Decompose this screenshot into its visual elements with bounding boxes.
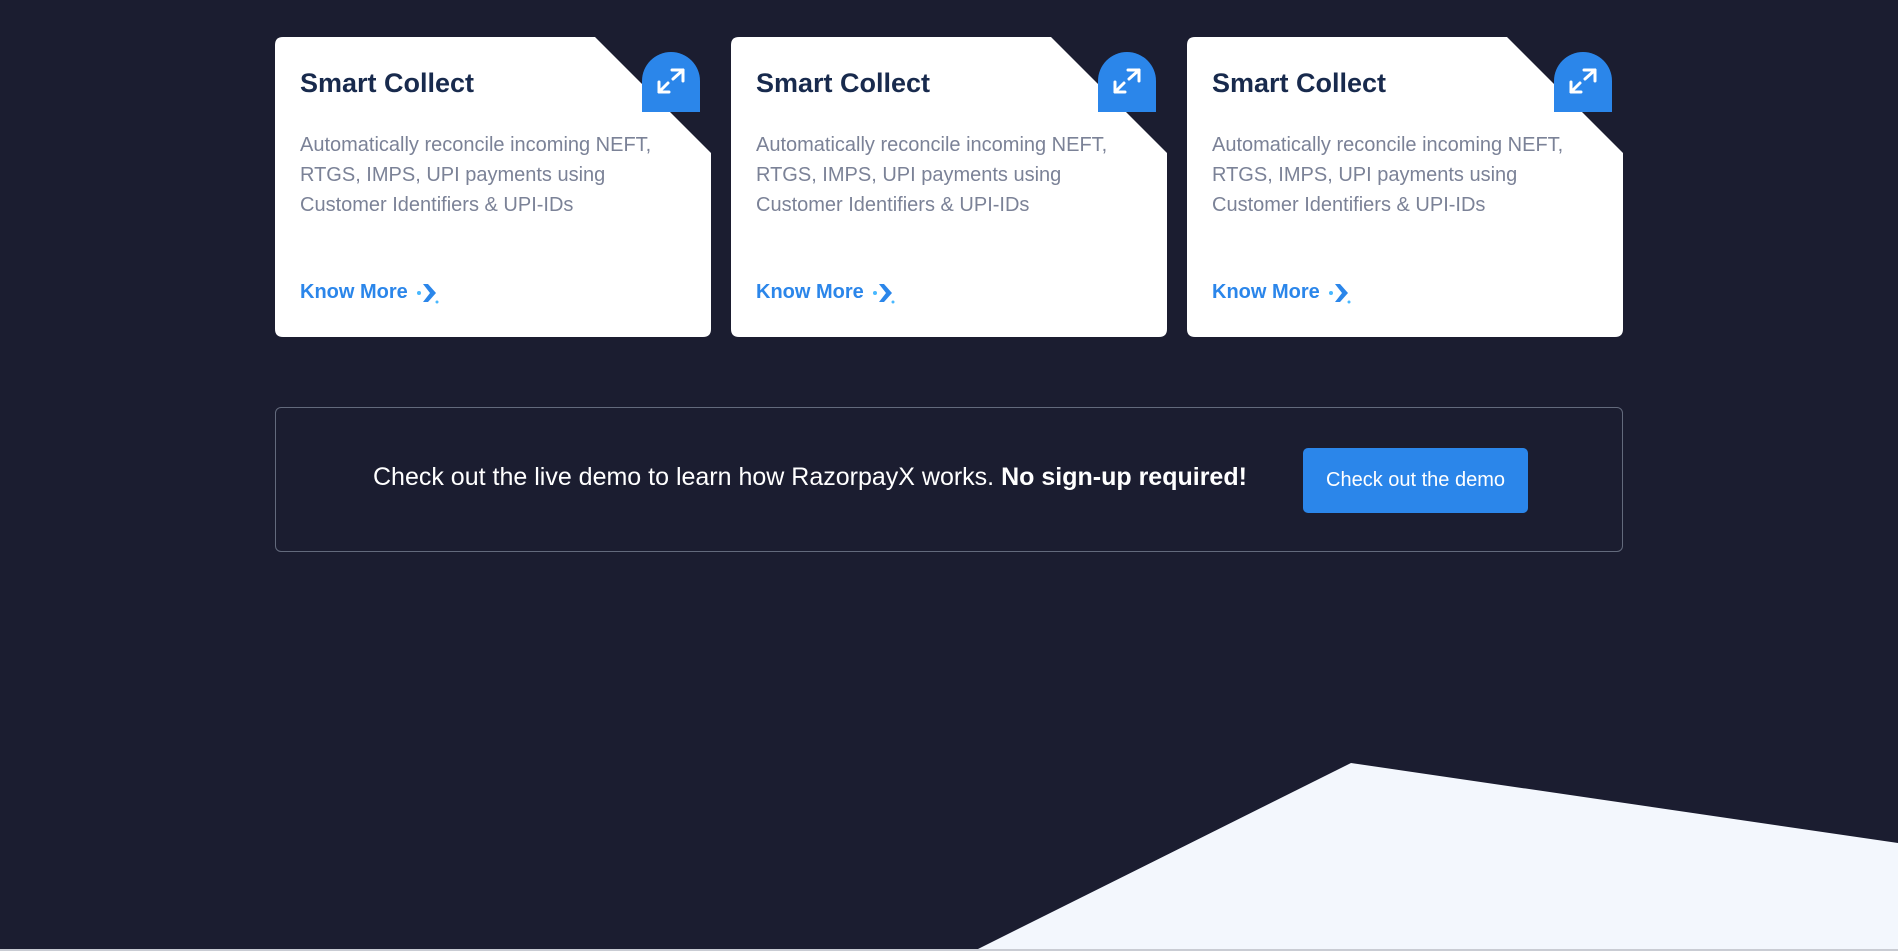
product-card: Smart Collect Automatically reconcile in… — [1187, 37, 1623, 337]
product-card: Smart Collect Automatically reconcile in… — [275, 37, 711, 337]
demo-banner: Check out the live demo to learn how Raz… — [275, 407, 1623, 552]
swap-arrows-icon — [1554, 52, 1612, 112]
demo-banner-text: Check out the live demo to learn how Raz… — [373, 463, 1247, 492]
know-more-link[interactable]: Know More — [1212, 281, 1352, 304]
know-more-link[interactable]: Know More — [300, 281, 440, 304]
check-out-demo-button[interactable]: Check out the demo — [1303, 448, 1528, 513]
card-description: Automatically reconcile incoming NEFT, R… — [1212, 134, 1564, 216]
know-more-label: Know More — [300, 281, 408, 303]
card-title: Smart Collect — [300, 68, 475, 98]
card-description: Automatically reconcile incoming NEFT, R… — [300, 134, 652, 216]
swap-arrows-icon — [1098, 52, 1156, 112]
card-description: Automatically reconcile incoming NEFT, R… — [756, 134, 1108, 216]
chevron-right-icon — [872, 283, 895, 303]
card-title: Smart Collect — [756, 68, 931, 98]
product-cards: Smart Collect Automatically reconcile in… — [275, 37, 1625, 337]
chevron-right-icon — [1328, 283, 1351, 303]
page: Smart Collect Automatically reconcile in… — [0, 0, 1898, 951]
know-more-label: Know More — [1212, 281, 1320, 303]
demo-emphasis: No sign-up required! — [1001, 463, 1247, 491]
know-more-label: Know More — [756, 281, 864, 303]
demo-message: Check out the live demo to learn how Raz… — [373, 463, 995, 491]
product-card: Smart Collect Automatically reconcile in… — [731, 37, 1167, 337]
swap-arrows-icon — [642, 52, 700, 112]
chevron-right-icon — [416, 283, 439, 303]
card-title: Smart Collect — [1212, 68, 1387, 98]
know-more-link[interactable]: Know More — [756, 281, 896, 304]
